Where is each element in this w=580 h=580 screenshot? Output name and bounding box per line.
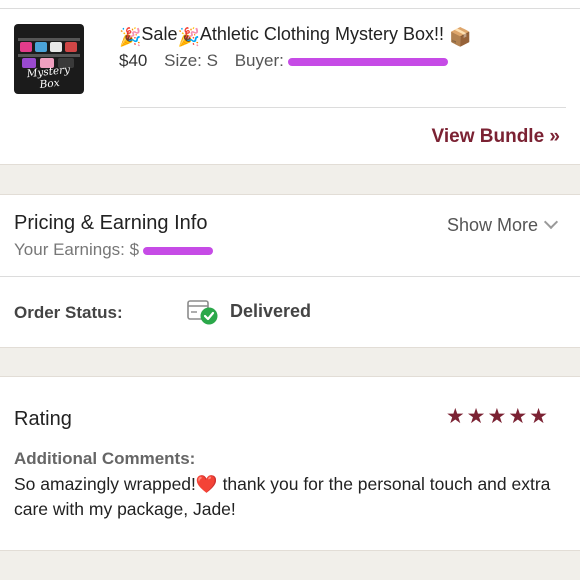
- order-status-label: Order Status:: [14, 303, 123, 322]
- earnings-currency: $: [129, 240, 140, 259]
- comments-label: Additional Comments:: [14, 449, 196, 468]
- earnings-row: Your Earnings: $: [14, 240, 214, 260]
- item-card: Mystery Box 🎉Sale🎉Athletic Clothing Myst…: [0, 0, 580, 165]
- comment-text: So amazingly wrapped!❤️ thank you for th…: [14, 472, 574, 522]
- earnings-redaction: [143, 246, 214, 255]
- shelf: [18, 38, 80, 41]
- item-size: Size: S: [164, 51, 218, 70]
- star-rating: ★★★★★: [445, 405, 550, 428]
- divider: [120, 107, 566, 108]
- show-more-button[interactable]: Show More: [446, 214, 559, 236]
- delivered-box-icon: [187, 300, 218, 325]
- pricing-card: Pricing & Earning Info Show More Your Ea…: [0, 194, 580, 348]
- party-popper-icon: 🎉: [177, 27, 200, 47]
- order-status-value: Delivered: [230, 301, 312, 321]
- clothing-item: [50, 42, 62, 52]
- rating-title: Rating: [14, 408, 72, 430]
- buyer-redaction: [287, 57, 448, 66]
- party-popper-icon: 🎉: [119, 27, 142, 47]
- item-thumbnail[interactable]: Mystery Box: [14, 24, 84, 94]
- item-title-text: Athletic Clothing Mystery Box!!: [199, 24, 444, 44]
- divider: [0, 276, 580, 277]
- clothing-item: [65, 42, 77, 52]
- clothing-item: [20, 42, 32, 52]
- item-meta: $40 Size: S Buyer:: [119, 51, 448, 71]
- earnings-label: Your Earnings:: [14, 240, 125, 259]
- clothing-item: [35, 42, 47, 52]
- heart-icon: ❤️: [195, 474, 218, 494]
- shelf: [18, 54, 80, 57]
- item-price: $40: [119, 51, 148, 70]
- view-bundle-link[interactable]: View Bundle »: [432, 126, 560, 148]
- divider: [0, 8, 580, 9]
- rating-card: Rating ★★★★★ Additional Comments: So ama…: [0, 376, 580, 551]
- package-icon: 📦: [448, 27, 472, 47]
- comment-part-1: So amazingly wrapped!: [14, 474, 196, 494]
- item-title[interactable]: 🎉Sale🎉Athletic Clothing Mystery Box!! 📦: [119, 24, 471, 48]
- chevron-down-icon: [543, 214, 559, 230]
- pricing-title: Pricing & Earning Info: [14, 212, 208, 234]
- buyer-label: Buyer:: [234, 51, 284, 70]
- show-more-label: Show More: [446, 215, 538, 235]
- item-title-sale: Sale: [141, 24, 178, 44]
